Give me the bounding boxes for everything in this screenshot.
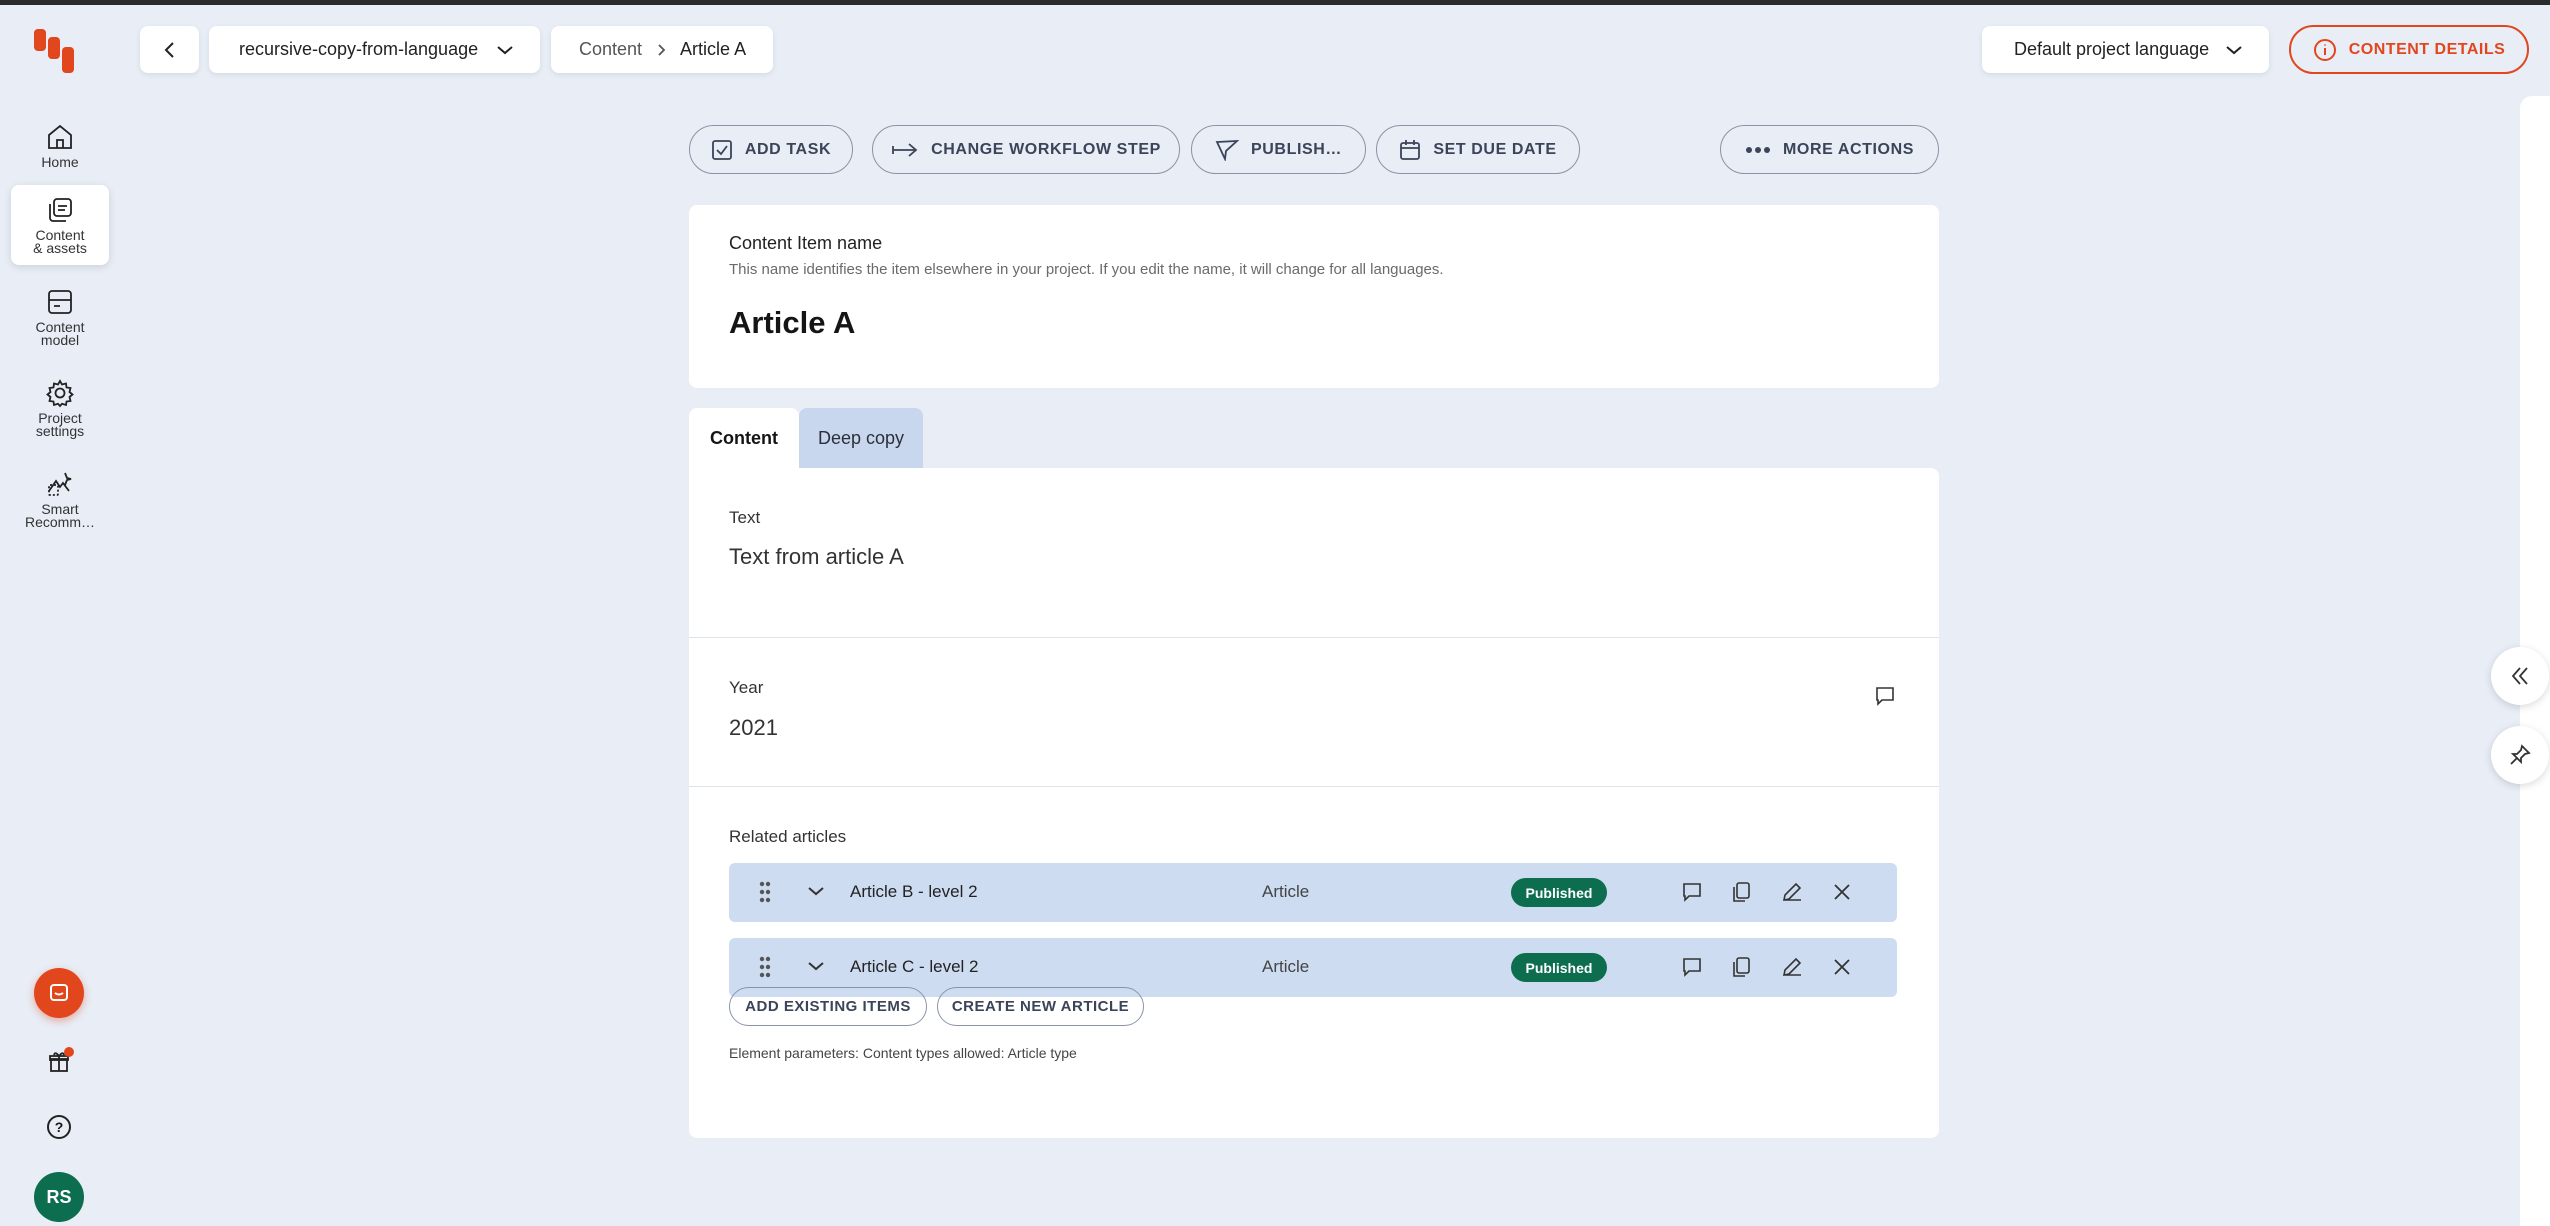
chevron-down-icon: [497, 45, 513, 54]
calendar-icon: [1400, 139, 1421, 160]
comment-icon[interactable]: [1681, 881, 1703, 903]
content-assets-icon: [49, 198, 72, 222]
ellipsis-icon: [1745, 146, 1770, 153]
drag-handle-icon[interactable]: [759, 955, 771, 979]
more-actions-button[interactable]: MORE ACTIONS: [1720, 125, 1939, 174]
create-new-article-button[interactable]: CREATE NEW ARTICLE: [937, 987, 1144, 1026]
sidebar: Home Content & assets Content model Proj…: [0, 5, 117, 1226]
close-icon[interactable]: [1831, 881, 1853, 903]
text-element: Text Text from article A: [689, 468, 1939, 638]
chevron-left-icon: [164, 41, 174, 58]
status-badge: Published: [1511, 878, 1607, 907]
sidebar-item-label: Recomm…: [24, 514, 95, 530]
content-item-name-card: Content Item name This name identifies t…: [689, 205, 1939, 388]
arrow-right-icon: [892, 142, 918, 157]
sidebar-item-smart-recommendations[interactable]: Smart Recomm…: [11, 459, 109, 533]
sidebar-item-label: & assets: [33, 240, 87, 256]
window-top-border: [0, 0, 2550, 5]
comment-icon[interactable]: [1874, 685, 1896, 707]
copy-icon[interactable]: [1731, 881, 1753, 903]
drag-handle-icon[interactable]: [759, 880, 771, 904]
status-badge: Published: [1511, 953, 1607, 982]
pin-icon: [2510, 744, 2531, 765]
content-model-icon: [48, 290, 72, 314]
project-name: recursive-copy-from-language: [239, 39, 479, 59]
more-actions-label: MORE ACTIONS: [1782, 140, 1915, 158]
edit-pencil-icon[interactable]: [1781, 881, 1803, 903]
change-workflow-label: CHANGE WORKFLOW STEP: [931, 140, 1161, 158]
breadcrumb-current: Article A: [680, 39, 747, 59]
double-chevron-left-icon: [2511, 667, 2528, 685]
home-icon: [48, 124, 72, 149]
paper-plane-icon: [1215, 139, 1239, 161]
language-selector[interactable]: Default project language: [1982, 26, 2269, 73]
set-due-date-label: SET DUE DATE: [1433, 140, 1557, 158]
chevron-down-icon[interactable]: [807, 960, 825, 972]
year-element-value[interactable]: 2021: [729, 715, 778, 741]
related-item-name: Article C - level 2: [850, 957, 979, 976]
content-details-button[interactable]: CONTENT DETAILS: [2289, 25, 2529, 74]
item-name-hint: This name identifies the item elsewhere …: [729, 261, 1444, 278]
change-workflow-step-button[interactable]: CHANGE WORKFLOW STEP: [872, 125, 1180, 174]
year-element: Year 2021: [689, 638, 1939, 787]
list-item[interactable]: Article B - level 2 Article Published: [729, 863, 1897, 922]
close-icon[interactable]: [1831, 956, 1853, 978]
set-due-date-button[interactable]: SET DUE DATE: [1376, 125, 1580, 174]
chevron-down-icon: [2226, 45, 2242, 54]
edit-pencil-icon[interactable]: [1781, 956, 1803, 978]
notification-dot: [64, 1047, 74, 1057]
year-element-label: Year: [729, 678, 764, 697]
related-articles-element: Related articles Article B - level 2 Art…: [689, 787, 1939, 1138]
smart-recommendations-icon: [48, 472, 72, 496]
tab-content[interactable]: Content: [689, 408, 799, 468]
add-task-label: ADD TASK: [744, 140, 832, 158]
info-icon: [2313, 38, 2336, 61]
sidebar-item-project-settings[interactable]: Project settings: [11, 368, 109, 442]
item-name-value[interactable]: Article A: [729, 305, 855, 341]
back-button[interactable]: [140, 26, 199, 73]
language-name: Default project language: [2014, 39, 2210, 59]
sidebar-item-content-model[interactable]: Content model: [11, 277, 109, 351]
breadcrumb: Content Article A: [551, 26, 773, 73]
text-element-label: Text: [729, 508, 761, 527]
sidebar-item-label: model: [40, 332, 80, 348]
related-item-type: Article: [1262, 957, 1310, 976]
sidebar-item-content-assets[interactable]: Content & assets: [11, 185, 109, 265]
comment-icon[interactable]: [1681, 956, 1703, 978]
add-existing-items-button[interactable]: ADD EXISTING ITEMS: [729, 987, 927, 1026]
settings-gear-icon: [46, 379, 74, 408]
sidebar-item-home[interactable]: Home: [11, 112, 109, 174]
item-name-label: Content Item name: [729, 233, 883, 253]
content-elements-card: Text Text from article A Year 2021 Relat…: [689, 468, 1939, 1138]
expand-panel-button[interactable]: [2491, 647, 2549, 705]
text-element-value[interactable]: Text from article A: [729, 544, 904, 570]
chevron-down-icon[interactable]: [807, 885, 825, 897]
publish-button[interactable]: PUBLISH…: [1191, 125, 1366, 174]
related-articles-label: Related articles: [729, 827, 847, 846]
checkbox-icon: [711, 139, 732, 160]
related-item-name: Article B - level 2: [850, 882, 978, 901]
pin-panel-button[interactable]: [2491, 726, 2549, 784]
chevron-right-icon: [658, 43, 666, 56]
kontent-logo[interactable]: [34, 29, 84, 81]
project-selector[interactable]: recursive-copy-from-language: [209, 26, 540, 73]
copy-icon[interactable]: [1731, 956, 1753, 978]
sidebar-item-label: Home: [41, 154, 79, 170]
avatar[interactable]: RS: [34, 1172, 84, 1222]
tab-deep-copy[interactable]: Deep copy: [799, 408, 923, 468]
element-parameters: Element parameters: Content types allowe…: [729, 1045, 1077, 1061]
sidebar-item-label: settings: [35, 423, 85, 439]
content-details-label: CONTENT DETAILS: [2348, 40, 2506, 58]
help-icon[interactable]: ?: [47, 1115, 71, 1139]
add-task-button[interactable]: ADD TASK: [689, 125, 853, 174]
breadcrumb-content[interactable]: Content: [579, 39, 642, 60]
chat-support-button[interactable]: [34, 968, 84, 1018]
related-item-type: Article: [1262, 882, 1310, 901]
publish-label: PUBLISH…: [1250, 140, 1343, 158]
chat-icon: [50, 984, 68, 1001]
